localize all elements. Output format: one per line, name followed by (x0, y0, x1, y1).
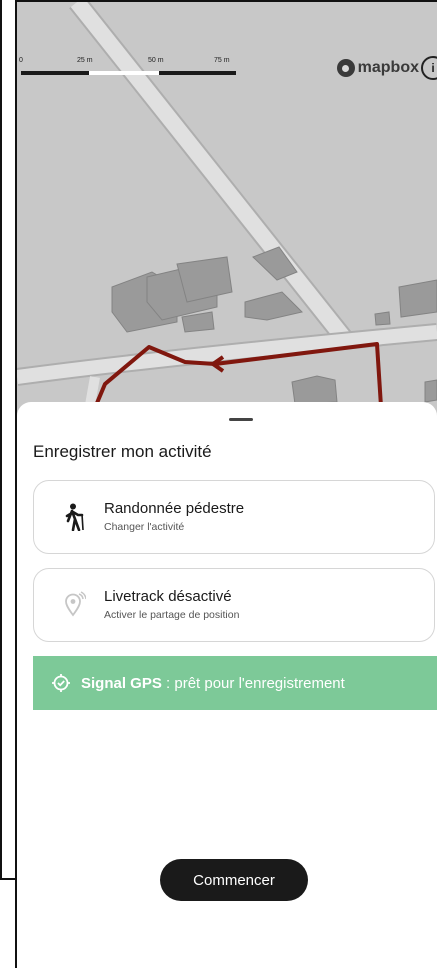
hiker-icon (65, 503, 84, 531)
scale-label-50: 50 m (148, 57, 164, 64)
bottom-sheet: Enregistrer mon activité Randonnée pédes… (17, 402, 437, 968)
activity-type-title: Randonnée pédestre (104, 500, 245, 517)
map-scale-bar (21, 64, 236, 78)
map-view[interactable]: 0 25 m 50 m 75 m mapbox i (17, 2, 437, 422)
mapbox-logo-text: mapbox (357, 59, 419, 76)
scale-label-0: 0 (19, 57, 23, 64)
livetrack-subtitle: Activer le partage de position (104, 609, 240, 621)
gps-signal-label: Signal GPS (81, 674, 162, 692)
frame-border-left-outer (0, 0, 2, 880)
activity-type-subtitle: Changer l'activité (104, 521, 185, 533)
start-button[interactable]: Commencer (160, 859, 308, 901)
gps-target-icon (52, 674, 70, 692)
activity-type-card[interactable]: Randonnée pédestre Changer l'activité (33, 480, 435, 554)
gps-signal-status: : prêt pour l'enregistrement (161, 674, 345, 692)
scale-label-25: 25 m (77, 57, 93, 64)
location-broadcast-icon (65, 591, 86, 617)
sheet-title: Enregistrer mon activité (33, 442, 212, 461)
sheet-drag-handle[interactable] (229, 418, 253, 421)
livetrack-title: Livetrack désactivé (104, 588, 232, 605)
scale-label-75: 75 m (214, 57, 230, 64)
gps-status-banner: Signal GPS : prêt pour l'enregistrement (33, 656, 437, 710)
gps-status-text: Signal GPS : prêt pour l'enregistrement (81, 675, 345, 692)
mapbox-logo-icon (336, 59, 355, 77)
livetrack-card[interactable]: Livetrack désactivé Activer le partage d… (33, 568, 435, 642)
mapbox-logo[interactable]: mapbox (336, 56, 419, 80)
frame-border-bottom (0, 878, 17, 880)
